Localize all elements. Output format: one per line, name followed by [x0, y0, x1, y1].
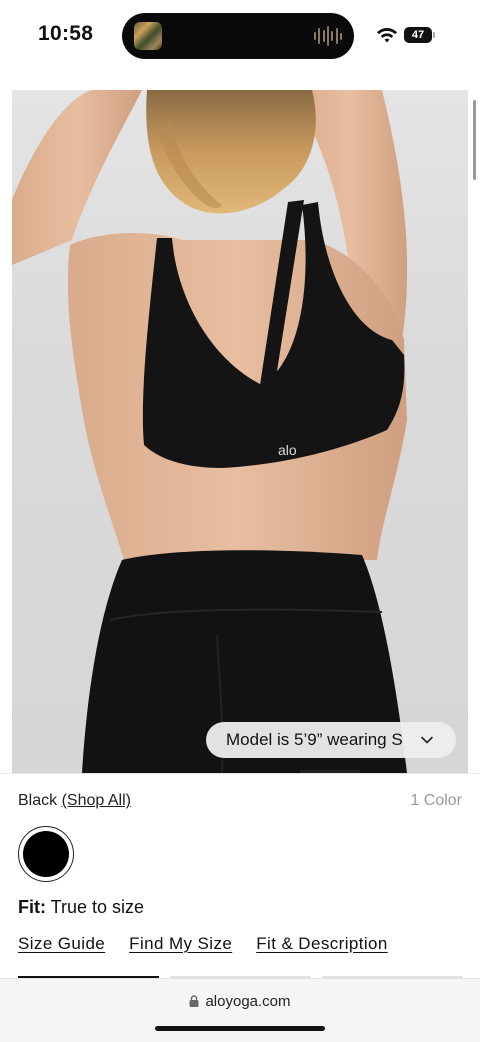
now-playing-artwork [134, 22, 162, 50]
selected-color: Black (Shop All) [18, 792, 131, 810]
fit-value: True to size [50, 897, 145, 917]
scroll-indicator[interactable] [473, 100, 476, 180]
product-image[interactable]: alo [12, 90, 468, 773]
chevron-down-icon [421, 736, 433, 744]
product-details-panel: Black (Shop All) 1 Color Fit: True to si… [0, 773, 480, 984]
size-guide-link[interactable]: Size Guide [18, 934, 105, 954]
browser-address-bar[interactable]: aloyoga.com [0, 978, 480, 1042]
url-text: aloyoga.com [205, 993, 291, 1010]
color-swatch-fill [23, 831, 69, 877]
status-time: 10:58 [38, 22, 94, 45]
model-size-info-dropdown[interactable]: Model is 5’9” wearing S [206, 722, 456, 758]
size-links: Size Guide Find My Size Fit & Descriptio… [18, 934, 388, 954]
audio-waveform-icon [314, 25, 342, 47]
fit-info: Fit: True to size [18, 897, 144, 918]
fit-description-link[interactable]: Fit & Description [256, 934, 388, 954]
battery-cap [433, 32, 435, 38]
color-count: 1 Color [410, 792, 462, 809]
selected-color-name: Black [18, 792, 58, 809]
svg-text:alo: alo [278, 442, 297, 458]
url-field[interactable]: aloyoga.com [0, 993, 480, 1010]
dynamic-island[interactable] [122, 13, 354, 59]
shop-all-link[interactable]: (Shop All) [62, 792, 131, 809]
status-bar: 10:58 47 [0, 0, 480, 72]
color-swatch-black[interactable] [18, 826, 74, 882]
wifi-icon [377, 27, 397, 43]
battery-icon: 47 [404, 27, 432, 43]
home-indicator[interactable] [155, 1026, 325, 1031]
model-size-info-label: Model is 5’9” wearing S [226, 730, 403, 749]
fit-label: Fit: [18, 897, 46, 917]
find-my-size-link[interactable]: Find My Size [129, 934, 232, 954]
model-photo: alo [12, 90, 408, 773]
lock-icon [189, 995, 199, 1007]
